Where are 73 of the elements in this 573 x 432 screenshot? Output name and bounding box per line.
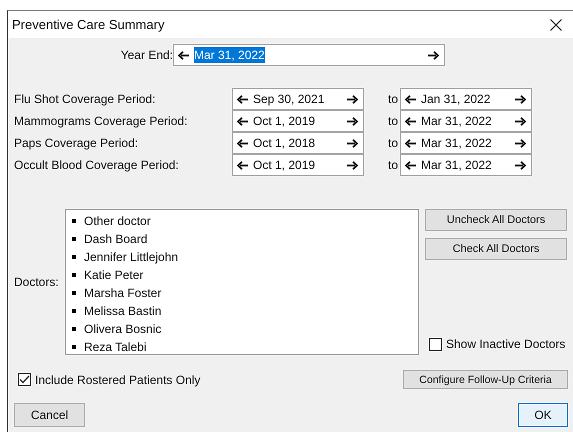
year-end-label: Year End: (120, 48, 173, 62)
bullet-icon (72, 309, 76, 313)
arrow-left-icon[interactable] (178, 50, 189, 60)
arrow-right-icon[interactable] (515, 116, 526, 126)
doctor-name[interactable]: Jennifer Littlejohn (84, 250, 178, 264)
period-label: Mammograms Coverage Period: (13, 114, 188, 128)
to-label: to (386, 92, 399, 106)
date-field[interactable]: Sep 30, 2021 (232, 88, 364, 110)
date-field[interactable]: Mar 31, 2022 (400, 110, 532, 132)
close-icon[interactable] (550, 18, 562, 30)
doctor-name[interactable]: Marsha Foster (84, 286, 162, 300)
arrow-left-icon[interactable] (405, 94, 416, 104)
arrow-left-icon[interactable] (237, 94, 248, 104)
checkbox-label: Show Inactive Doctors (446, 337, 566, 351)
arrow-right-icon[interactable] (515, 94, 526, 104)
doctor-button[interactable]: Check All Doctors (425, 238, 567, 260)
arrow-right-icon[interactable] (515, 160, 526, 170)
bullet-icon (72, 237, 76, 241)
to-label: to (386, 158, 399, 172)
arrow-left-icon[interactable] (237, 160, 248, 170)
date-value: Jan 31, 2022 (421, 91, 490, 107)
doctor-name[interactable]: Melissa Bastin (84, 304, 162, 318)
window-title: Preventive Care Summary (12, 17, 164, 32)
bullet-icon (72, 345, 76, 349)
doctor-button[interactable]: Uncheck All Doctors (425, 209, 567, 231)
to-label: to (386, 114, 399, 128)
arrow-left-icon[interactable] (237, 138, 248, 148)
period-label: Flu Shot Coverage Period: (13, 92, 156, 106)
date-value: Oct 1, 2019 (253, 113, 316, 129)
bullet-icon (72, 273, 76, 277)
arrow-left-icon[interactable] (405, 160, 416, 170)
date-field[interactable]: Mar 31, 2022 (400, 132, 532, 154)
bullet-icon (72, 255, 76, 259)
doctor-name[interactable]: Katie Peter (84, 268, 144, 282)
arrow-right-icon[interactable] (347, 116, 358, 126)
doctor-name[interactable]: Olivera Bosnic (84, 322, 162, 336)
arrow-left-icon[interactable] (405, 116, 416, 126)
arrow-right-icon[interactable] (347, 160, 358, 170)
doctor-name[interactable]: Dash Board (84, 232, 148, 246)
configure-button[interactable]: Configure Follow-Up Criteria (403, 370, 568, 389)
date-field[interactable]: Oct 1, 2019 (232, 154, 364, 176)
arrow-right-icon[interactable] (515, 138, 526, 148)
date-field[interactable]: Oct 1, 2019 (232, 110, 364, 132)
date-value: Mar 31, 2022 (421, 113, 492, 129)
date-field[interactable]: Jan 31, 2022 (400, 88, 532, 110)
arrow-right-icon[interactable] (347, 94, 358, 104)
doctor-name[interactable]: Reza Talebi (84, 340, 146, 354)
date-field[interactable]: Oct 1, 2018 (232, 132, 364, 154)
period-label: Occult Blood Coverage Period: (13, 158, 180, 172)
ok-button[interactable]: OK (518, 403, 568, 427)
arrow-left-icon[interactable] (237, 116, 248, 126)
to-label: to (386, 136, 399, 150)
date-value: Oct 1, 2019 (253, 157, 316, 173)
cancel-button[interactable]: Cancel (14, 403, 85, 427)
arrow-right-icon[interactable] (347, 138, 358, 148)
date-value: Sep 30, 2021 (253, 91, 324, 107)
bullet-icon (72, 291, 76, 295)
date-value: Oct 1, 2018 (253, 135, 316, 151)
doctor-name[interactable]: Other doctor (84, 214, 151, 228)
arrow-left-icon[interactable] (405, 138, 416, 148)
date-field[interactable]: Mar 31, 2022 (173, 44, 445, 66)
doctors-label: Doctors: (13, 275, 60, 289)
date-value: Mar 31, 2022 (194, 47, 265, 63)
period-label: Paps Coverage Period: (13, 136, 140, 150)
bullet-icon (72, 327, 76, 331)
bullet-icon (72, 219, 76, 223)
checkbox-label: Include Rostered Patients Only (35, 372, 200, 386)
date-value: Mar 31, 2022 (421, 135, 492, 151)
date-field[interactable]: Mar 31, 2022 (400, 154, 532, 176)
arrow-right-icon[interactable] (428, 50, 439, 60)
checkbox[interactable] (18, 373, 31, 386)
checkbox[interactable] (429, 338, 442, 350)
date-value: Mar 31, 2022 (421, 157, 492, 173)
